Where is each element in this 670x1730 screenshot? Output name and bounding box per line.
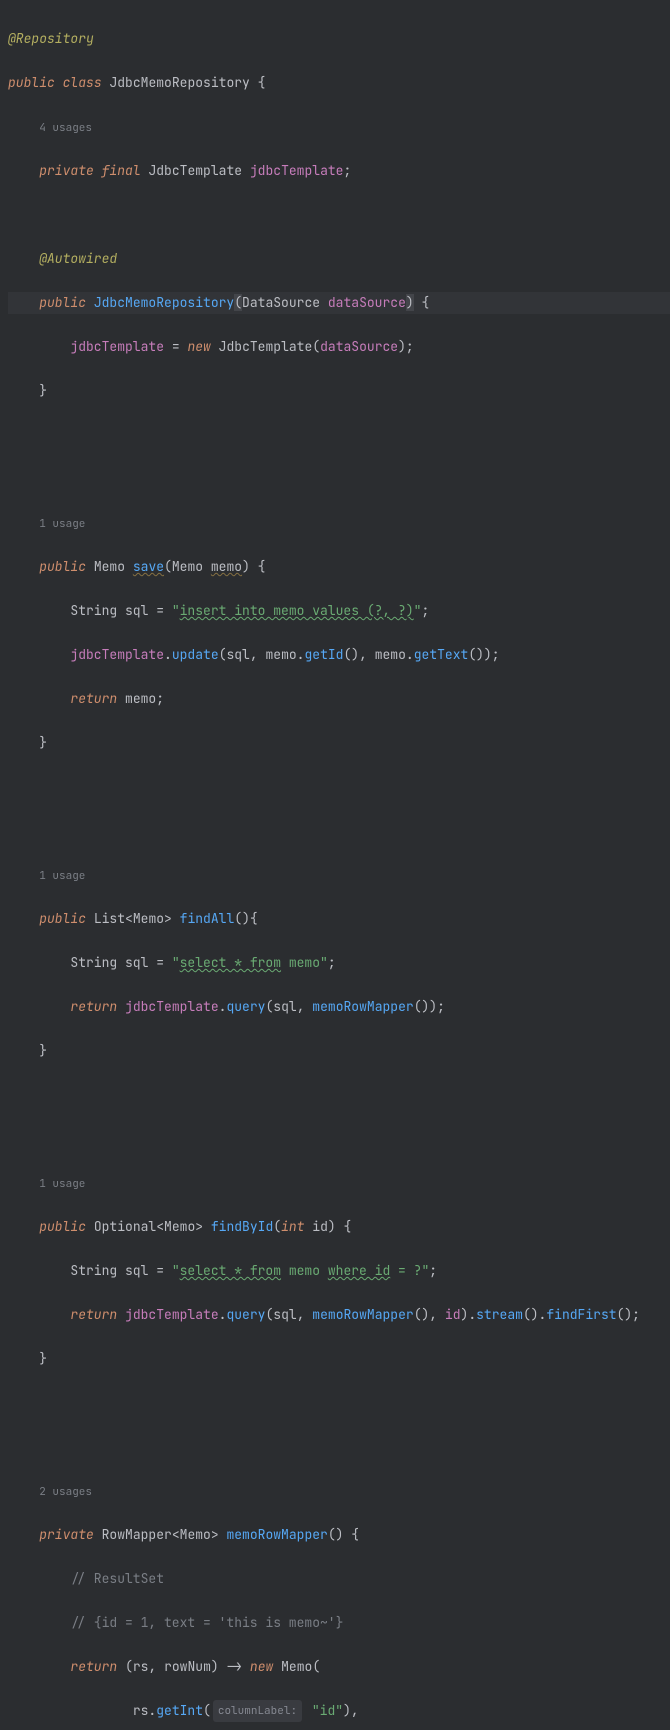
blank-line <box>8 1084 670 1106</box>
code-line: @Autowired <box>8 248 670 270</box>
code-line: return jdbcTemplate.query(sql, memoRowMa… <box>8 1304 670 1326</box>
code-line: public Memo save(Memo memo) { <box>8 556 670 578</box>
code-line: private final JdbcTemplate jdbcTemplate; <box>8 160 670 182</box>
code-line: // ResultSet <box>8 1568 670 1590</box>
annotation-repository: @Repository <box>8 30 94 47</box>
code-line: public class JdbcMemoRepository { <box>8 72 670 94</box>
class-name: JdbcMemoRepository <box>109 74 249 91</box>
method-findall: findAll <box>180 910 235 927</box>
usage-hint: 1 usage <box>8 512 670 534</box>
comment: // ResultSet <box>70 1570 164 1587</box>
blank-line <box>8 468 670 490</box>
code-line: return (rs, rowNum) -> new Memo( <box>8 1656 670 1678</box>
code-line: rs.getInt(columnLabel: "id"), <box>8 1700 670 1722</box>
blank-line <box>8 820 670 842</box>
blank-line <box>8 1436 670 1458</box>
code-line: private RowMapper<Memo> memoRowMapper() … <box>8 1524 670 1546</box>
code-line: } <box>8 1040 670 1062</box>
code-line: String sql = "select * from memo where i… <box>8 1260 670 1282</box>
code-line: jdbcTemplate.update(sql, memo.getId(), m… <box>8 644 670 666</box>
field-jdbctemplate: jdbcTemplate <box>250 162 344 179</box>
blank-line <box>8 1128 670 1150</box>
annotation-autowired: @Autowired <box>39 250 117 267</box>
code-line: // {id = 1, text = 'this is memo~'} <box>8 1612 670 1634</box>
code-line: jdbcTemplate = new JdbcTemplate(dataSour… <box>8 336 670 358</box>
code-line: public List<Memo> findAll(){ <box>8 908 670 930</box>
code-line: public Optional<Memo> findById(int id) { <box>8 1216 670 1238</box>
code-line: } <box>8 380 670 402</box>
code-line: @Repository <box>8 28 670 50</box>
method-findbyid: findById <box>211 1218 273 1235</box>
code-line: return memo; <box>8 688 670 710</box>
method-rowmapper: memoRowMapper <box>226 1526 327 1543</box>
usage-hint: 2 usages <box>8 1480 670 1502</box>
blank-line <box>8 424 670 446</box>
constructor-name: JdbcMemoRepository <box>94 294 234 311</box>
blank-line <box>8 204 670 226</box>
inlay-hint: columnLabel: <box>213 1700 302 1722</box>
usage-hint: 1 usage <box>8 864 670 886</box>
code-line: String sql = "insert into memo values (?… <box>8 600 670 622</box>
blank-line <box>8 1392 670 1414</box>
method-save: save <box>133 558 164 575</box>
code-line: } <box>8 732 670 754</box>
comment: // {id = 1, text = 'this is memo~'} <box>70 1614 343 1631</box>
code-line: public JdbcMemoRepository(DataSource dat… <box>8 292 670 314</box>
code-line: String sql = "select * from memo"; <box>8 952 670 974</box>
code-line: } <box>8 1348 670 1370</box>
usage-hint: 4 usages <box>8 116 670 138</box>
code-line: return jdbcTemplate.query(sql, memoRowMa… <box>8 996 670 1018</box>
blank-line <box>8 776 670 798</box>
code-editor[interactable]: @Repository public class JdbcMemoReposit… <box>0 0 670 1730</box>
usage-hint: 1 usage <box>8 1172 670 1194</box>
